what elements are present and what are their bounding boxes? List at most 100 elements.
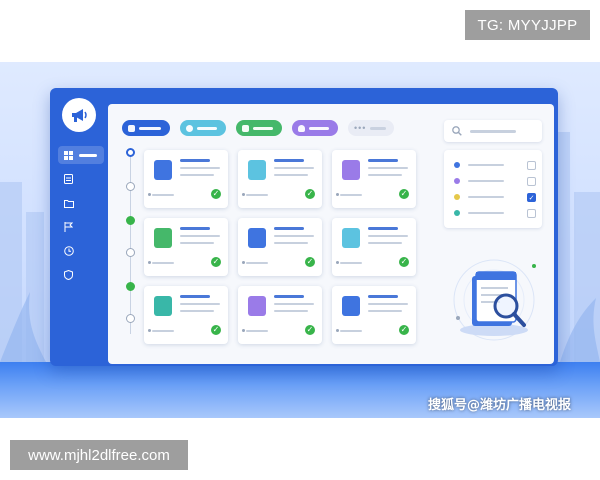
timeline-step[interactable] <box>126 314 135 323</box>
legend-dot <box>454 178 460 184</box>
card-line <box>180 242 214 244</box>
task-card-bank[interactable]: ✓ <box>238 150 322 208</box>
card-title <box>368 227 398 230</box>
clipboard-icon <box>248 296 266 316</box>
bank-icon <box>248 160 266 180</box>
filter-chip-notifications[interactable] <box>292 120 338 136</box>
task-card-personnel[interactable]: ✓ <box>332 218 416 276</box>
card-meta <box>336 193 362 196</box>
search-icon <box>452 126 462 136</box>
timeline-track <box>130 154 131 334</box>
sidebar-item-documents[interactable] <box>58 170 104 188</box>
legend-dot <box>454 162 460 168</box>
watermark-top-right: TG: MYYJJPP <box>465 10 590 40</box>
check-icon: ✓ <box>399 257 409 267</box>
check-icon: ✓ <box>211 325 221 335</box>
sidebar-item-folders[interactable] <box>58 194 104 212</box>
task-card-security[interactable]: ✓ <box>238 218 322 276</box>
progress-timeline <box>126 148 136 348</box>
card-line <box>274 167 314 169</box>
card-title <box>274 295 304 298</box>
check-icon: ✓ <box>305 189 315 199</box>
card-line <box>274 310 308 312</box>
folder-icon <box>64 199 74 208</box>
checkbox[interactable] <box>527 208 536 218</box>
timeline-step-done[interactable] <box>126 216 135 225</box>
sidebar-item-history[interactable] <box>58 242 104 260</box>
card-title <box>180 159 210 162</box>
bell-icon <box>298 124 305 132</box>
card-line <box>180 167 220 169</box>
logo[interactable] <box>62 98 96 132</box>
chip-label <box>139 126 161 130</box>
document-magnifier-icon <box>453 259 536 341</box>
chip-label <box>309 126 329 130</box>
document-icon <box>154 160 172 180</box>
card-line <box>180 235 220 237</box>
shield-icon <box>64 270 73 280</box>
checkbox[interactable] <box>527 160 536 170</box>
search-placeholder <box>470 129 516 133</box>
filter-option[interactable]: ✓ <box>454 192 536 202</box>
task-card-statistics[interactable]: ✓ <box>144 286 228 344</box>
task-card-library[interactable]: ✓ <box>332 286 416 344</box>
card-line <box>180 303 220 305</box>
task-card-documents[interactable]: ✓ <box>144 150 228 208</box>
timeline-step-current[interactable] <box>126 148 135 157</box>
checkbox[interactable] <box>527 176 536 186</box>
card-line <box>368 310 402 312</box>
filter-option[interactable] <box>454 160 536 170</box>
check-icon: ✓ <box>305 257 315 267</box>
filter-option[interactable] <box>454 176 536 186</box>
filter-label <box>468 164 504 166</box>
card-meta <box>242 193 268 196</box>
card-line <box>368 174 402 176</box>
chip-label <box>197 126 217 130</box>
card-meta <box>148 261 174 264</box>
task-card-environment[interactable]: ✓ <box>144 218 228 276</box>
filter-chip-all[interactable] <box>122 120 170 136</box>
check-icon: ✓ <box>211 189 221 199</box>
search-input[interactable] <box>444 120 542 142</box>
leaf-icon <box>154 228 172 248</box>
card-line <box>274 174 308 176</box>
grid-icon <box>64 150 73 160</box>
filter-chip-people[interactable] <box>180 120 226 136</box>
filter-chip-approved[interactable] <box>236 120 282 136</box>
filter-chip-bar: ••• <box>122 120 394 136</box>
task-card-announcement[interactable]: ✓ <box>332 150 416 208</box>
task-card-checklist[interactable]: ✓ <box>238 286 322 344</box>
category-filter-list: ✓ <box>444 150 542 228</box>
source-caption: 搜狐号@潍坊广播电视报 <box>428 398 572 413</box>
megaphone-icon <box>72 109 87 122</box>
sidebar-item-dashboard[interactable] <box>58 146 104 164</box>
timeline-step[interactable] <box>126 182 135 191</box>
filter-chip-more[interactable]: ••• <box>348 120 394 136</box>
card-title <box>180 227 210 230</box>
legend-dot <box>454 210 460 216</box>
check-icon: ✓ <box>211 257 221 267</box>
card-meta <box>242 329 268 332</box>
dashboard-window: ••• ✓ ✓ ✓ ✓ ✓ ✓ ✓ ✓ ✓ ✓ <box>50 88 558 366</box>
card-line <box>274 303 314 305</box>
book-icon <box>342 296 360 316</box>
chip-label <box>370 126 387 130</box>
filter-label <box>468 180 504 182</box>
sidebar-item-security[interactable] <box>58 266 104 284</box>
card-title <box>180 295 210 298</box>
document-icon <box>64 174 73 184</box>
check-icon: ✓ <box>399 189 409 199</box>
shield-icon <box>248 228 266 248</box>
filter-label <box>468 212 504 214</box>
bar-chart-icon <box>154 296 172 316</box>
timeline-step[interactable] <box>126 248 135 257</box>
flag-icon <box>64 222 73 232</box>
check-icon: ✓ <box>399 325 409 335</box>
sidebar-item-flags[interactable] <box>58 218 104 236</box>
person-card-icon <box>342 228 360 248</box>
filter-option[interactable] <box>454 208 536 218</box>
checkbox-checked[interactable]: ✓ <box>527 192 536 202</box>
card-title <box>274 227 304 230</box>
timeline-step-done[interactable] <box>126 282 135 291</box>
card-meta <box>336 329 362 332</box>
